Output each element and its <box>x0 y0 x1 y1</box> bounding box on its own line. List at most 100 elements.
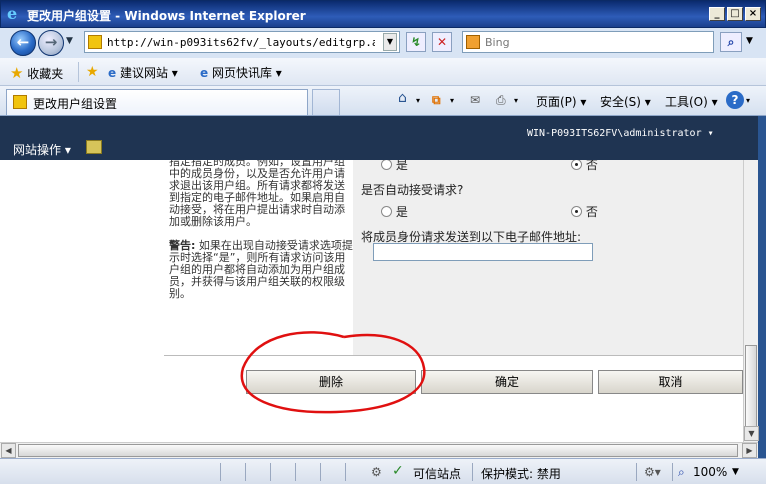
favorites-bar: ★ 收藏夹 ★ e 建议网站 ▾ e 网页快讯库 ▾ <box>0 58 766 86</box>
search-placeholder[interactable]: Bing <box>485 36 510 49</box>
search-icon[interactable]: ⌕ <box>720 32 742 52</box>
status-bar: ⚙ ✓ 可信站点 保护模式: 禁用 ⚙▾ ⌕ 100% ▼ <box>0 458 766 484</box>
safety-menu[interactable]: 安全(S) ▾ <box>600 93 651 110</box>
back-button[interactable]: ← <box>10 30 36 56</box>
security-zone[interactable]: 可信站点 <box>413 465 461 482</box>
auto-accept-no[interactable]: 否 <box>571 203 598 220</box>
auto-accept-yes-radio[interactable] <box>381 206 392 217</box>
compatibility-view-icon[interactable]: ↯ <box>406 32 426 52</box>
scroll-left-icon[interactable]: ◀ <box>1 443 16 458</box>
address-dropdown-button[interactable]: ▼ <box>383 33 397 51</box>
auto-accept-no-label: 否 <box>585 205 598 219</box>
navigate-up-icon[interactable] <box>86 140 102 154</box>
warning-text: 如果在出现自动接受请求选项提示时选择“是”，则所有请求访问该用户组的用户都将自动… <box>169 239 353 300</box>
help-dropdown-icon[interactable]: ▾ <box>746 96 750 105</box>
site-actions-bar: 网站操作 ▾ <box>0 138 758 160</box>
divider <box>320 463 321 481</box>
divider <box>672 463 673 481</box>
radio-yes-label: 是 <box>395 160 408 172</box>
radio-no-top[interactable] <box>571 160 582 170</box>
new-tab-button[interactable] <box>312 89 340 115</box>
cancel-button[interactable]: 取消 <box>598 370 743 394</box>
recent-pages-dropdown-icon[interactable]: ▼ <box>66 36 73 46</box>
zoom-level[interactable]: 100% <box>693 465 727 479</box>
address-field[interactable]: http://win-p093its62fv/_layouts/editgrp.… <box>84 31 400 53</box>
print-dropdown-icon[interactable]: ▾ <box>514 96 518 105</box>
top-radio-no[interactable]: 否 <box>571 160 598 173</box>
zoom-dropdown-icon[interactable]: ▼ <box>732 467 739 477</box>
top-radio-yes[interactable]: 是 <box>381 160 408 173</box>
tab-current[interactable]: 更改用户组设置 <box>6 89 308 115</box>
page-menu[interactable]: 页面(P) ▾ <box>536 93 586 110</box>
tab-command-bar: 更改用户组设置 ⌂ ▾ ⧉ ▾ ✉ ⎙ ▾ 页面(P) ▾ 安全(S) ▾ 工具… <box>0 86 766 116</box>
vertical-scroll-thumb[interactable] <box>745 345 757 427</box>
ok-button[interactable]: 确定 <box>421 370 593 394</box>
auto-accept-no-radio[interactable] <box>571 206 582 217</box>
email-field[interactable] <box>373 243 593 261</box>
section-description: 指定指定的成员。例如，设置用户组中的成员身份，以及是否允许用户请求退出该用户组。… <box>169 160 353 356</box>
zone-settings-icon[interactable]: ⚙▾ <box>644 465 661 479</box>
settings-panel: 是 否 是否自动接受请求? 是 否 将成员身份请求发送到以下电子邮件地址: <box>353 160 743 356</box>
web-slice-gallery-link[interactable]: e 网页快讯库 ▾ <box>200 64 282 81</box>
popup-blocker-icon[interactable]: ⚙ <box>371 465 382 479</box>
address-url[interactable]: http://win-p093its62fv/_layouts/editgrp.… <box>107 36 375 49</box>
description-text: 指定指定的成员。例如，设置用户组中的成员身份，以及是否允许用户请求退出该用户组。… <box>169 160 345 228</box>
site-actions-menu[interactable]: 网站操作 ▾ <box>13 141 71 158</box>
close-button[interactable]: × <box>745 7 761 21</box>
suggested-sites-link[interactable]: e 建议网站 ▾ <box>108 64 178 81</box>
divider <box>345 463 346 481</box>
help-icon[interactable]: ? <box>726 91 744 109</box>
title-bar: e 更改用户组设置 - Windows Internet Explorer _ … <box>0 0 766 28</box>
scroll-right-icon[interactable]: ▶ <box>742 443 757 458</box>
horizontal-scroll-thumb[interactable] <box>18 444 738 457</box>
print-icon[interactable]: ⎙ <box>496 93 506 108</box>
zoom-icon[interactable]: ⌕ <box>678 465 685 480</box>
maximize-button[interactable]: □ <box>727 7 743 21</box>
window-title: 更改用户组设置 - Windows Internet Explorer <box>27 9 306 23</box>
tools-menu[interactable]: 工具(O) ▾ <box>665 93 718 110</box>
favorites-button[interactable]: ★ 收藏夹 <box>10 64 63 82</box>
minimize-button[interactable]: _ <box>709 7 725 21</box>
radio-no-label: 否 <box>585 160 598 172</box>
scroll-down-icon[interactable]: ▼ <box>744 426 759 441</box>
divider <box>270 463 271 481</box>
divider <box>78 62 79 82</box>
home-dropdown-icon[interactable]: ▾ <box>416 96 420 105</box>
star-icon: ★ <box>10 64 24 82</box>
warning-block: 警告: 如果在出现自动接受请求选项提示时选择“是”，则所有请求访问该用户组的用户… <box>169 240 353 300</box>
protected-mode-status: 保护模式: 禁用 <box>481 467 561 481</box>
divider <box>636 463 637 481</box>
vertical-scrollbar[interactable]: ▼ <box>743 160 759 442</box>
auto-accept-question: 是否自动接受请求? <box>361 183 464 197</box>
favorites-label: 收藏夹 <box>27 67 64 81</box>
radio-yes-top[interactable] <box>381 160 392 170</box>
ie-page-icon: e <box>200 66 209 80</box>
feeds-dropdown-icon[interactable]: ▾ <box>450 96 454 105</box>
ie-page-icon: e <box>108 66 117 80</box>
web-slice-gallery-label: 网页快讯库 ▾ <box>211 66 282 80</box>
add-favorite-icon[interactable]: ★ <box>86 64 99 80</box>
suggested-sites-label: 建议网站 ▾ <box>119 66 178 80</box>
feeds-icon[interactable]: ⧉ <box>432 93 441 108</box>
tab-label: 更改用户组设置 <box>33 97 118 111</box>
checkmark-icon: ✓ <box>392 463 404 479</box>
address-toolbar: ← → ▼ http://win-p093its62fv/_layouts/ed… <box>0 28 766 58</box>
stop-button[interactable]: ✕ <box>432 32 452 52</box>
horizontal-scrollbar[interactable]: ◀ ▶ <box>0 442 758 458</box>
auto-accept-yes[interactable]: 是 <box>381 203 408 220</box>
divider <box>220 463 221 481</box>
mail-icon[interactable]: ✉ <box>470 93 480 107</box>
page-icon <box>88 35 102 49</box>
page-icon <box>13 95 27 109</box>
ie-logo-icon: e <box>7 4 18 23</box>
page-content: 指定指定的成员。例如，设置用户组中的成员身份，以及是否允许用户请求退出该用户组。… <box>0 160 743 442</box>
auto-accept-yes-label: 是 <box>395 205 408 219</box>
divider <box>245 463 246 481</box>
red-circle-annotation <box>240 331 426 414</box>
divider <box>295 463 296 481</box>
search-field[interactable]: Bing <box>462 31 714 53</box>
home-icon[interactable]: ⌂ <box>398 90 407 106</box>
search-options-icon[interactable]: ▼ <box>746 36 753 46</box>
forward-button[interactable]: → <box>38 30 64 56</box>
bing-icon <box>466 35 480 49</box>
